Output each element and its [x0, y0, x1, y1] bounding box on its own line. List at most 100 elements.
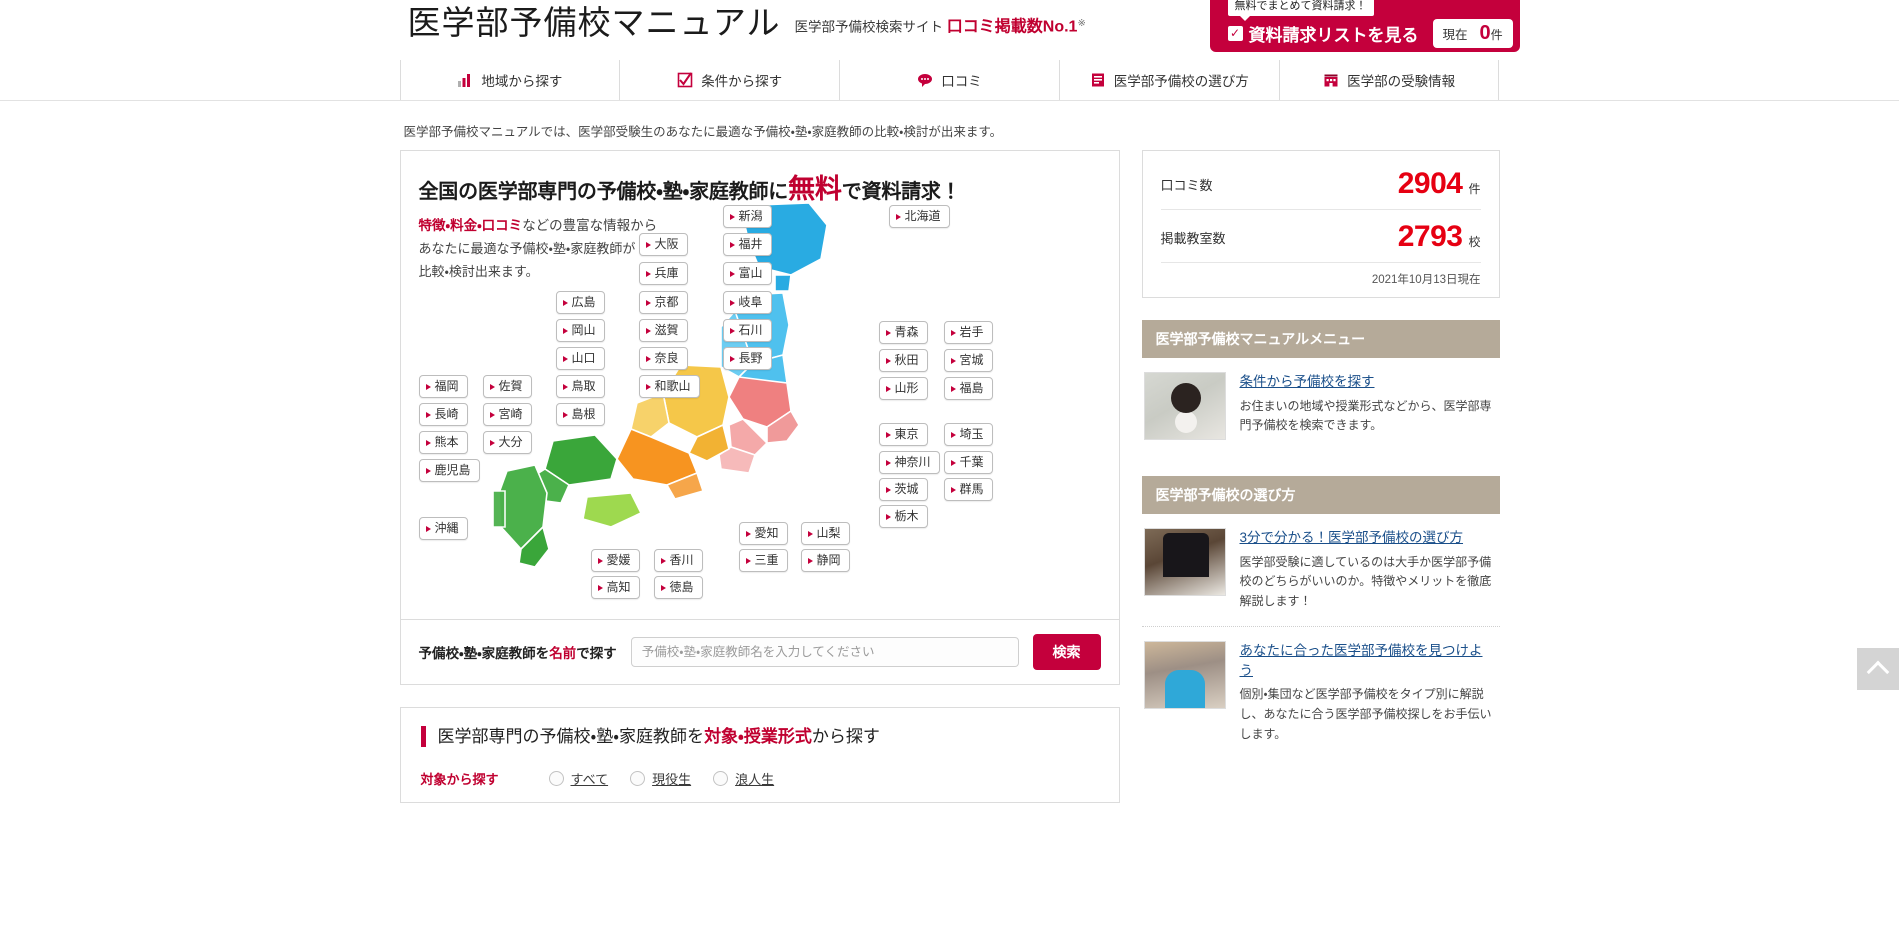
prefecture-button[interactable]: 広島: [555, 291, 605, 315]
sidebar-card-link[interactable]: 条件から予備校を探す: [1240, 372, 1496, 392]
prefecture-button[interactable]: 福岡: [418, 375, 468, 399]
nav-item-label: 地域から探す: [481, 74, 563, 89]
name-search-label-red: 名前: [549, 646, 577, 661]
prefecture-button[interactable]: 新潟: [722, 205, 772, 229]
stat-row: 口コミ数 2904 件: [1160, 157, 1481, 210]
prefecture-button[interactable]: 山形: [878, 377, 928, 401]
target-radio-option[interactable]: すべて: [548, 769, 608, 788]
name-search-button[interactable]: 検索: [1032, 634, 1101, 670]
prefecture-button[interactable]: 和歌山: [638, 375, 700, 399]
prefecture-button[interactable]: 富山: [722, 262, 772, 286]
prefecture-label: 宮崎: [498, 407, 523, 421]
prefecture-button[interactable]: 大分: [482, 431, 532, 455]
prefecture-button[interactable]: 北海道: [888, 205, 950, 229]
scroll-to-top-button[interactable]: [1857, 648, 1899, 690]
book-icon: [1090, 72, 1106, 88]
prefecture-button[interactable]: 長野: [722, 347, 772, 371]
prefecture-label: 富山: [738, 266, 763, 280]
nav-item-3[interactable]: 口コミ: [839, 60, 1059, 100]
prefecture-button[interactable]: 栃木: [878, 505, 928, 529]
prefecture-button[interactable]: 福井: [722, 233, 772, 257]
prefecture-label: 大分: [498, 435, 523, 449]
prefecture-button[interactable]: 大阪: [638, 233, 688, 257]
nav-item-4[interactable]: 医学部予備校の選び方: [1058, 60, 1279, 100]
prefecture-button[interactable]: 高知: [590, 576, 640, 600]
nav-item-2[interactable]: 条件から探す: [619, 60, 839, 100]
prefecture-button[interactable]: 熊本: [418, 431, 468, 455]
prefecture-button[interactable]: 兵庫: [638, 262, 688, 286]
prefecture-button[interactable]: 静岡: [800, 549, 850, 573]
radio-button-icon[interactable]: [548, 771, 564, 787]
prefecture-button[interactable]: 佐賀: [482, 375, 532, 399]
prefecture-button[interactable]: 長崎: [418, 403, 468, 427]
prefecture-button[interactable]: 東京: [878, 423, 928, 447]
prefecture-button[interactable]: 徳島: [653, 576, 703, 600]
nav-item-1[interactable]: 地域から探す: [399, 60, 620, 100]
counter-unit: 件: [1490, 27, 1503, 42]
prefecture-label: 埼玉: [959, 427, 984, 441]
prefecture-button[interactable]: 三重: [738, 549, 788, 573]
prefecture-button[interactable]: 鹿児島: [418, 459, 480, 483]
site-logo[interactable]: 医学部予備校マニュアル 医学部予備校検索サイト 口コミ掲載数No.1※: [408, 6, 1086, 39]
name-search-label: 予備校・塾・家庭教師を名前で探す: [419, 642, 617, 662]
prefecture-button[interactable]: 沖縄: [418, 517, 468, 541]
request-list-label: 資料請求リストを見る: [1248, 25, 1419, 45]
prefecture-button[interactable]: 奈良: [638, 347, 688, 371]
prefecture-button[interactable]: 宮崎: [482, 403, 532, 427]
prefecture-label: 新潟: [738, 209, 763, 223]
prefecture-button[interactable]: 山口: [555, 347, 605, 371]
prefecture-button[interactable]: 宮城: [943, 349, 993, 373]
target-radio-label: 浪人生: [735, 772, 775, 788]
prefecture-button[interactable]: 山梨: [800, 522, 850, 546]
prefecture-button[interactable]: 愛知: [738, 522, 788, 546]
prefecture-button[interactable]: 岡山: [555, 319, 605, 343]
prefecture-button[interactable]: 島根: [555, 403, 605, 427]
prefecture-button[interactable]: 京都: [638, 291, 688, 315]
stat-label: 口コミ数: [1160, 177, 1213, 193]
prefecture-label: 兵庫: [654, 266, 679, 280]
nav-item-label: 口コミ: [941, 74, 982, 89]
prefecture-label: 愛媛: [606, 553, 631, 567]
request-list-link[interactable]: ✓ 資料請求リストを見る: [1227, 21, 1419, 46]
sidebar-card-link[interactable]: 3分で分かる！医学部予備校の選び方: [1240, 528, 1496, 548]
prefecture-button[interactable]: 群馬: [943, 478, 993, 502]
prefecture-button[interactable]: 埼玉: [943, 423, 993, 447]
prefecture-button[interactable]: 青森: [878, 321, 928, 345]
prefecture-button[interactable]: 鳥取: [555, 375, 605, 399]
prefecture-button[interactable]: 千葉: [943, 451, 993, 475]
sidebar-card-link[interactable]: あなたに合った医学部予備校を見つけよう: [1240, 641, 1496, 680]
prefecture-button[interactable]: 愛媛: [590, 549, 640, 573]
japan-map-area: 新潟 北海道大阪 福井兵庫 富山広島 京都 岐阜岡山 滋賀 石川 青森 岩手山口 奈良 長野 秋田 宮城福…: [401, 197, 1119, 617]
prefecture-label: 石川: [738, 323, 763, 337]
stat-unit: 校: [1468, 235, 1481, 249]
prefecture-label: 三重: [754, 553, 779, 567]
prefecture-button[interactable]: 茨城: [878, 478, 928, 502]
prefecture-button[interactable]: 石川: [722, 319, 772, 343]
radio-button-icon[interactable]: [630, 771, 646, 787]
prefecture-label: 岩手: [959, 325, 984, 339]
stat-value-group: 2793 校: [1398, 222, 1481, 252]
prefecture-button[interactable]: 神奈川: [878, 451, 940, 475]
request-list-cta[interactable]: 無料でまとめて資料請求！ ✓ 資料請求リストを見る 現在 0件: [1209, 0, 1520, 52]
sidebar-card[interactable]: あなたに合った医学部予備校を見つけよう 個別・集団など医学部予備校をタイプ別に解説…: [1141, 625, 1500, 759]
classroom-students-photo: [1143, 640, 1226, 709]
prefecture-label: 山形: [894, 381, 919, 395]
target-radio-option[interactable]: 現役生: [630, 769, 691, 788]
prefecture-button[interactable]: 滋賀: [638, 319, 688, 343]
panel-heading-red: 対象・授業形式: [704, 727, 812, 746]
prefecture-button[interactable]: 岐阜: [722, 291, 772, 315]
prefecture-label: 山梨: [816, 526, 841, 540]
sidebar-card[interactable]: 3分で分かる！医学部予備校の選び方 医学部受験に適しているのは大手か医学部予備校の…: [1142, 514, 1500, 626]
name-search-input[interactable]: [630, 637, 1019, 667]
stat-row: 掲載教室数 2793 校: [1160, 210, 1481, 263]
prefecture-label: 福島: [959, 381, 984, 395]
target-radio-option[interactable]: 浪人生: [713, 769, 774, 788]
sidebar-card[interactable]: 条件から予備校を探す お住まいの地域や授業形式などから、医学部専門予備校を検索でき…: [1142, 358, 1500, 454]
prefecture-button[interactable]: 福島: [943, 377, 993, 401]
teacher-in-suit-photo: [1143, 528, 1226, 596]
prefecture-button[interactable]: 岩手: [943, 321, 993, 345]
prefecture-button[interactable]: 秋田: [878, 349, 928, 373]
nav-item-5[interactable]: 医学部の受験情報: [1278, 60, 1500, 100]
prefecture-button[interactable]: 香川: [653, 549, 703, 573]
radio-button-icon[interactable]: [713, 771, 729, 787]
